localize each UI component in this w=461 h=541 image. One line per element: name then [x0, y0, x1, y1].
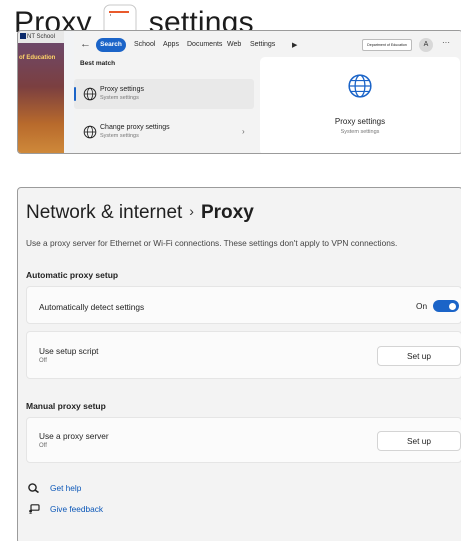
- more-options-icon[interactable]: ···: [442, 38, 450, 47]
- background-banner-text: of Education: [19, 55, 56, 61]
- auto-detect-row: Automatically detect settings On: [26, 286, 461, 324]
- globe-icon: [83, 87, 97, 101]
- result-subtitle: System settings: [100, 133, 139, 139]
- globe-icon: [348, 74, 372, 98]
- scope-web[interactable]: Web: [227, 41, 241, 48]
- chevron-right-icon[interactable]: ›: [242, 127, 245, 136]
- search-flyout: ← Search School Apps Documents Web Setti…: [74, 31, 461, 153]
- setup-script-status: Off: [39, 358, 47, 364]
- result-name: Proxy settings: [100, 86, 144, 93]
- get-help-label: Get help: [50, 483, 82, 493]
- scope-settings[interactable]: Settings: [250, 41, 275, 48]
- search-scope-bar: ← Search School Apps Documents Web Setti…: [74, 35, 461, 55]
- result-subtitle: System settings: [100, 95, 139, 101]
- selection-indicator: [74, 87, 76, 101]
- breadcrumb-current: Proxy: [200, 202, 254, 223]
- page-description: Use a proxy server for Ethernet or Wi-Fi…: [26, 238, 398, 248]
- get-help-link[interactable]: Get help: [28, 483, 81, 493]
- setup-script-row: Use setup script Off Set up: [26, 331, 461, 379]
- proxy-server-status: Off: [39, 443, 47, 449]
- give-feedback-link[interactable]: Give feedback: [28, 504, 103, 514]
- scope-documents[interactable]: Documents: [187, 41, 222, 48]
- result-proxy-settings[interactable]: Proxy settings System settings: [74, 79, 254, 109]
- back-arrow-icon[interactable]: ←: [80, 38, 91, 50]
- toggle-knob: [449, 302, 456, 310]
- auto-detect-label: Automatically detect settings: [39, 302, 145, 312]
- scope-school[interactable]: School: [134, 41, 155, 48]
- breadcrumb-parent[interactable]: Network & internet: [26, 202, 182, 223]
- setup-script-label: Use setup script: [39, 346, 99, 356]
- auto-detect-toggle[interactable]: [433, 300, 459, 312]
- proxy-server-label: Use a proxy server: [39, 431, 109, 441]
- org-badge: Department of Education: [362, 39, 412, 51]
- feedback-icon: [28, 504, 40, 514]
- browser-tab[interactable]: NT School: [18, 31, 64, 43]
- result-name: Change proxy settings: [100, 124, 170, 131]
- setup-script-button[interactable]: Set up: [377, 346, 461, 366]
- result-change-proxy-settings[interactable]: Change proxy settings System settings ›: [74, 117, 254, 147]
- result-preview-pane: Proxy settings System settings: [260, 57, 460, 153]
- breadcrumb: Network & internet › Proxy: [26, 202, 254, 224]
- scope-search-pill[interactable]: Search: [96, 38, 126, 52]
- play-icon[interactable]: ▶: [292, 41, 297, 49]
- preview-subtitle: System settings: [340, 129, 380, 135]
- windows-search-panel: NT School of Education ← Search School A…: [17, 30, 461, 154]
- proxy-server-button[interactable]: Set up: [377, 431, 461, 451]
- search-results-list: Best match Proxy settings System setting…: [74, 57, 254, 153]
- best-match-heading: Best match: [80, 60, 116, 67]
- proxy-settings-window: Network & internet › Proxy Use a proxy ser…: [17, 187, 461, 541]
- help-icon: [28, 483, 39, 493]
- nt-logo-icon: [20, 33, 26, 39]
- background-browser-window: NT School of Education: [18, 31, 64, 153]
- breadcrumb-separator: ›: [189, 203, 194, 219]
- give-feedback-label: Give feedback: [50, 504, 104, 514]
- preview-name: Proxy settings: [334, 117, 386, 126]
- toggle-state-label: On: [416, 301, 428, 311]
- automatic-proxy-heading: Automatic proxy setup: [26, 270, 119, 280]
- scope-apps[interactable]: Apps: [163, 41, 179, 48]
- globe-icon: [83, 125, 97, 139]
- account-avatar[interactable]: A: [419, 38, 433, 52]
- browser-tab-label: NT School: [27, 34, 55, 40]
- proxy-server-row: Use a proxy server Off Set up: [26, 417, 461, 463]
- manual-proxy-heading: Manual proxy setup: [26, 401, 106, 411]
